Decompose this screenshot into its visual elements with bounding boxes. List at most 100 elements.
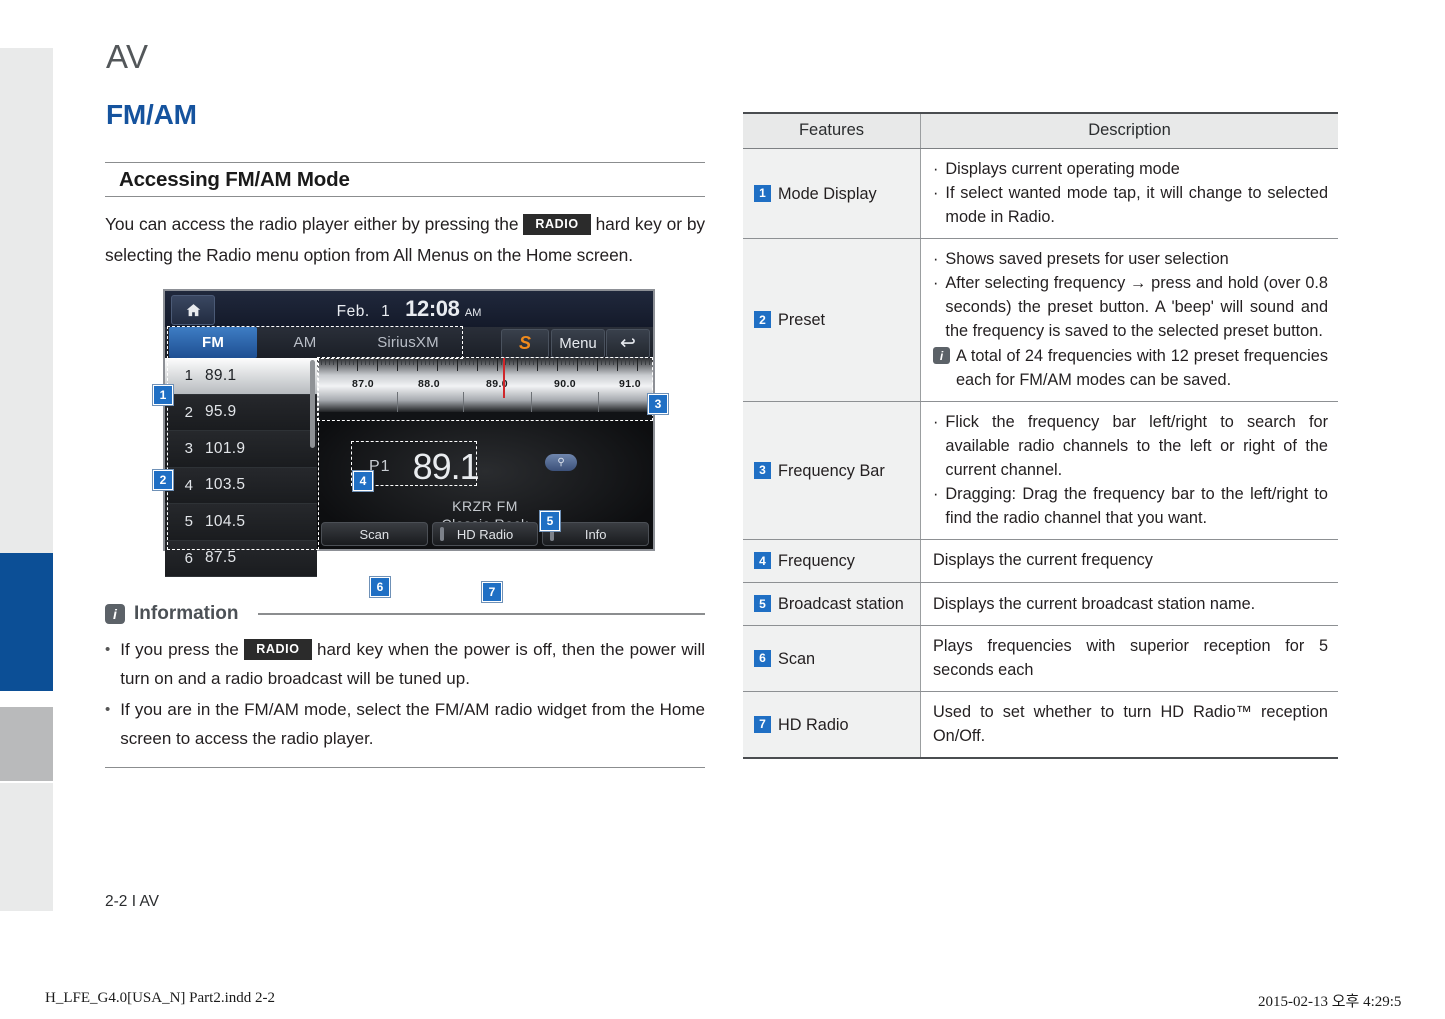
edge-tab-light-bottom (0, 783, 53, 911)
radio-hard-key-inline: RADIO (244, 639, 312, 661)
feature-number-badge: 5 (754, 595, 771, 612)
feature-name: Broadcast station (778, 595, 904, 613)
information-block: i Information • If you press the RADIO h… (105, 603, 705, 769)
description-note: A total of 24 frequencies with 12 preset… (956, 347, 1328, 389)
subsection-title: Accessing FM/AM Mode (119, 168, 350, 191)
information-list-item: • If you press the RADIO hard key when t… (105, 635, 705, 693)
bullet-icon: · (933, 160, 939, 178)
column-header-description: Description (920, 113, 1338, 149)
info-icon: i (105, 604, 125, 624)
bullet-icon: • (105, 701, 111, 718)
radio-screen-figure: Feb. 1 12:08 AM FM AM SiriusXM S Menu ↩ … (163, 289, 655, 577)
feature-cell: 7 HD Radio (743, 691, 921, 758)
back-arrow-icon[interactable]: ↩ (606, 329, 650, 358)
preset-number: 1 (184, 367, 193, 385)
feature-name: Frequency Bar (778, 461, 885, 480)
left-content-column: AV FM/AM Accessing FM/AM Mode You can ac… (105, 40, 705, 769)
print-footer-left: H_LFE_G4.0[USA_N] Part2.indd 2-2 (45, 990, 275, 1006)
feature-number-badge: 7 (754, 715, 771, 733)
feature-name: Preset (778, 311, 826, 329)
preset-row[interactable]: 1 89.1 (165, 358, 317, 395)
info-icon: i (933, 347, 950, 364)
feature-number-badge: 6 (754, 649, 771, 667)
intro-text-before: You can access the radio player either b… (105, 214, 519, 234)
preset-number: 5 (184, 513, 193, 531)
callout-badge-1: 1 (153, 385, 173, 405)
radio-status-bar: Feb. 1 12:08 AM (165, 291, 653, 328)
information-title: Information (134, 603, 239, 624)
feature-number-badge: 1 (754, 184, 771, 202)
information-item-text: If you are in the FM/AM mode, select the… (120, 700, 705, 748)
frequency-divider (531, 392, 532, 412)
frequency-divider (463, 392, 464, 412)
callout-badge-5: 5 (540, 511, 560, 531)
table-row: 4 Frequency Displays the current frequen… (743, 539, 1338, 583)
bullet-icon: • (105, 641, 111, 658)
description-bullet: Displays current operating mode (945, 160, 1180, 178)
preset-row[interactable]: 6 87.5 (165, 540, 317, 577)
feature-name: Frequency (778, 552, 855, 570)
feature-cell: 5 Broadcast station (743, 582, 921, 626)
feature-number-badge: 4 (754, 552, 771, 569)
mode-tab-siriusxm[interactable]: SiriusXM (353, 327, 463, 358)
description-cell: Displays the current broadcast station n… (920, 582, 1338, 626)
page-footer: 2-2 I AV (105, 893, 159, 910)
information-item-text: If you press the RADIO hard key when the… (120, 635, 705, 693)
status-date: Feb. (336, 303, 370, 320)
preset-scrollbar[interactable] (310, 360, 315, 448)
description-cell: · Displays current operating mode · If sel… (920, 148, 1338, 239)
bullet-icon: · (933, 250, 939, 268)
current-frequency-value: 89.1 (412, 446, 480, 487)
bullet-icon: · (933, 413, 939, 431)
feature-name: Mode Display (778, 184, 877, 203)
status-datetime: Feb. 1 12:08 AM (165, 296, 653, 322)
frequency-bar[interactable]: 87.0 88.0 89.0 90.0 91.0 (317, 358, 653, 412)
frequency-divider (598, 392, 599, 412)
mode-tab-am[interactable]: AM (261, 327, 349, 358)
feature-cell: 3 Frequency Bar (743, 401, 921, 540)
hd-radio-button-label: HD Radio (456, 526, 514, 542)
table-row: 1 Mode Display · Displays current operati… (743, 148, 1338, 239)
intro-paragraph: You can access the radio player either b… (105, 209, 705, 271)
preset-frequency: 103.5 (205, 476, 246, 494)
feature-name: HD Radio (778, 715, 849, 734)
frequency-tick-label: 88.0 (417, 378, 441, 390)
menu-button[interactable]: Menu (551, 329, 605, 358)
table-header-row: Features Description (743, 113, 1338, 149)
preset-frequency: 95.9 (205, 403, 237, 421)
preset-row[interactable]: 4 103.5 (165, 467, 317, 504)
preset-row[interactable]: 5 104.5 (165, 504, 317, 541)
information-bottom-rule (105, 767, 705, 769)
bullet-icon: · (933, 485, 939, 503)
feature-cell: 4 Frequency (743, 539, 921, 583)
callout-badge-2: 2 (153, 470, 173, 490)
table-row: 3 Frequency Bar · Flick the frequency bar… (743, 401, 1338, 540)
hd-radio-button[interactable]: HD Radio (431, 522, 539, 546)
table-row: 5 Broadcast station Displays the current… (743, 582, 1338, 626)
callout-badge-6: 6 (370, 577, 390, 597)
frequency-tick-label: 90.0 (553, 378, 577, 390)
status-time: 12:08 (405, 296, 460, 321)
edge-tab-light-top (0, 48, 53, 553)
subsection-heading-block: Accessing FM/AM Mode (105, 162, 705, 197)
hd-radio-led-icon (439, 527, 444, 541)
table-row: 7 HD Radio Used to set whether to turn H… (743, 691, 1338, 758)
preset-frequency: 104.5 (205, 512, 246, 530)
preset-frequency: 87.5 (205, 549, 237, 567)
frequency-tick-label: 87.0 (351, 378, 375, 390)
bullet-icon: · (933, 184, 939, 202)
preset-row[interactable]: 3 101.9 (165, 431, 317, 468)
hd-search-icon[interactable]: ⚲ (545, 454, 577, 471)
frequency-bar-shadow (317, 412, 653, 420)
callout-badge-7: 7 (482, 582, 502, 602)
feature-name: Scan (778, 649, 816, 668)
scan-button[interactable]: Scan (321, 522, 428, 546)
scan-button-label: Scan (359, 526, 390, 542)
preset-row[interactable]: 2 95.9 (165, 394, 317, 431)
feature-cell: 2 Preset (743, 238, 921, 402)
mode-tab-fm[interactable]: FM (169, 327, 257, 358)
description-text: Displays the current broadcast station n… (933, 594, 1256, 613)
sirius-logo-icon[interactable]: S (501, 329, 549, 358)
table-row: 2 Preset · Shows saved presets for user s… (743, 238, 1338, 402)
preset-number: 3 (184, 440, 193, 458)
